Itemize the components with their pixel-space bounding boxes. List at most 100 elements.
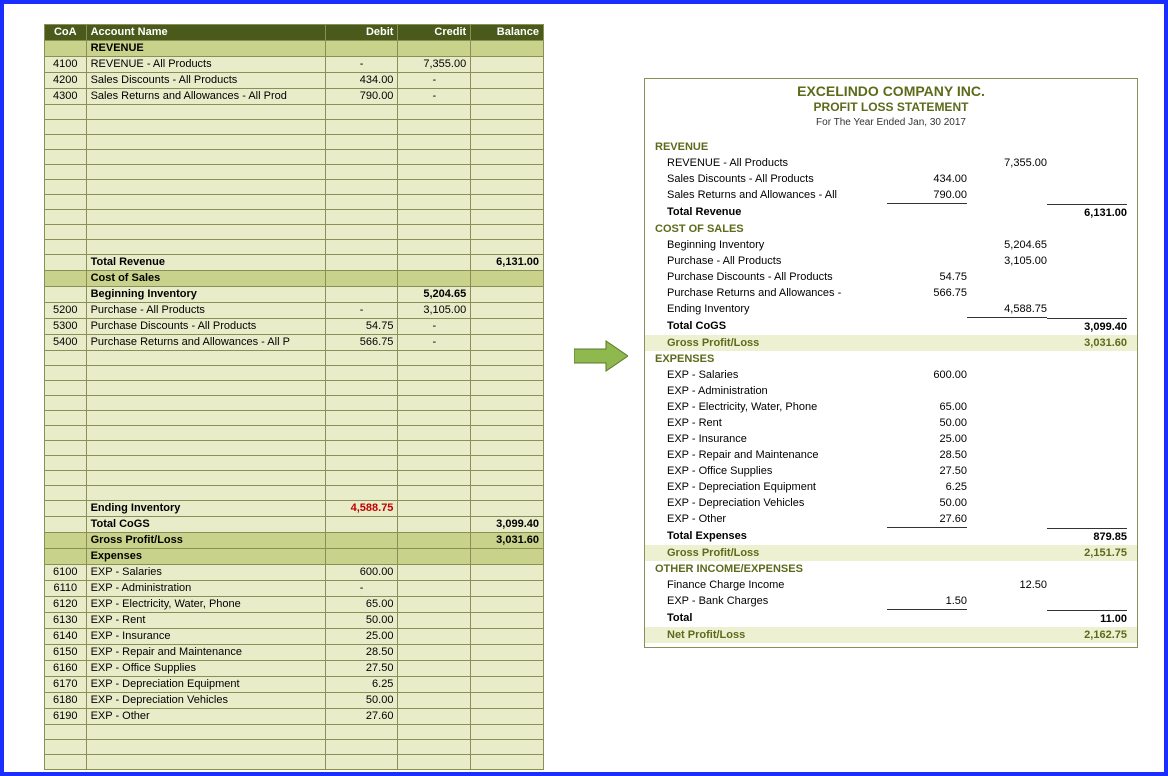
cell[interactable] [471, 225, 544, 240]
cell[interactable] [398, 471, 471, 486]
table-row[interactable]: 4100REVENUE - All Products-7,355.00 [45, 57, 544, 73]
total-revenue[interactable]: Total Revenue [86, 255, 325, 271]
cell[interactable] [398, 549, 471, 565]
cell[interactable] [86, 755, 325, 770]
cell[interactable] [471, 287, 544, 303]
cell[interactable] [86, 725, 325, 740]
table-row[interactable] [45, 180, 544, 195]
cell-coa[interactable]: 6190 [45, 709, 87, 725]
cell[interactable] [471, 645, 544, 661]
cell[interactable] [398, 180, 471, 195]
cell[interactable] [471, 677, 544, 693]
cell[interactable] [45, 456, 87, 471]
cell[interactable] [325, 456, 398, 471]
cell[interactable] [86, 240, 325, 255]
cell[interactable] [86, 381, 325, 396]
cell[interactable] [398, 597, 471, 613]
cell[interactable] [398, 486, 471, 501]
cell[interactable] [398, 629, 471, 645]
cell[interactable] [398, 255, 471, 271]
table-row[interactable] [45, 441, 544, 456]
table-row[interactable] [45, 486, 544, 501]
total-cogs[interactable]: Total CoGS [86, 517, 325, 533]
table-row[interactable] [45, 150, 544, 165]
section-expenses[interactable]: Expenses [86, 549, 325, 565]
cell[interactable] [45, 381, 87, 396]
cell[interactable] [398, 411, 471, 426]
cell[interactable] [471, 693, 544, 709]
cell[interactable] [45, 240, 87, 255]
cell[interactable] [45, 41, 87, 57]
cell[interactable] [471, 581, 544, 597]
cell-name[interactable]: EXP - Insurance [86, 629, 325, 645]
table-row[interactable] [45, 396, 544, 411]
cell[interactable] [471, 351, 544, 366]
cell[interactable] [471, 396, 544, 411]
cell[interactable] [45, 135, 87, 150]
gross-profit[interactable]: Gross Profit/Loss [86, 533, 325, 549]
table-row[interactable]: Ending Inventory4,588.75 [45, 501, 544, 517]
table-row[interactable]: 6100EXP - Salaries600.00 [45, 565, 544, 581]
cell[interactable] [471, 597, 544, 613]
cell[interactable] [398, 565, 471, 581]
cell[interactable] [398, 240, 471, 255]
table-row[interactable]: Beginning Inventory 5,204.65 [45, 287, 544, 303]
cell[interactable] [398, 381, 471, 396]
cell[interactable] [45, 165, 87, 180]
cell[interactable] [398, 740, 471, 755]
table-row[interactable]: 5300Purchase Discounts - All Products54.… [45, 319, 544, 335]
cell[interactable] [86, 396, 325, 411]
cell[interactable] [471, 501, 544, 517]
cell-coa[interactable]: 5300 [45, 319, 87, 335]
cell[interactable] [86, 351, 325, 366]
cell[interactable] [325, 381, 398, 396]
cell[interactable] [325, 210, 398, 225]
cell[interactable]: 5,204.65 [398, 287, 471, 303]
ledger-table[interactable]: CoA Account Name Debit Credit Balance RE… [44, 24, 544, 770]
table-row[interactable]: Total Revenue6,131.00 [45, 255, 544, 271]
cell[interactable] [398, 709, 471, 725]
table-row[interactable]: Cost of Sales [45, 271, 544, 287]
cell[interactable] [45, 255, 87, 271]
cell-name[interactable]: REVENUE - All Products [86, 57, 325, 73]
cell-debit[interactable]: 27.60 [325, 709, 398, 725]
cell-credit[interactable]: - [398, 319, 471, 335]
cell[interactable] [471, 240, 544, 255]
cell[interactable] [86, 366, 325, 381]
cell[interactable] [325, 41, 398, 57]
cell-credit[interactable]: 7,355.00 [398, 57, 471, 73]
cell[interactable] [86, 210, 325, 225]
cell[interactable] [471, 271, 544, 287]
cell[interactable] [471, 661, 544, 677]
cell-debit[interactable]: 50.00 [325, 613, 398, 629]
cell-debit[interactable]: 65.00 [325, 597, 398, 613]
cell[interactable] [45, 180, 87, 195]
cell[interactable] [471, 411, 544, 426]
cell[interactable] [471, 120, 544, 135]
cell-coa[interactable]: 6170 [45, 677, 87, 693]
cell[interactable] [325, 240, 398, 255]
cell[interactable] [471, 57, 544, 73]
cell-coa[interactable]: 6160 [45, 661, 87, 677]
cell[interactable] [45, 426, 87, 441]
cell[interactable] [471, 210, 544, 225]
cell-credit[interactable]: - [398, 335, 471, 351]
cell-coa[interactable]: 5400 [45, 335, 87, 351]
cell[interactable] [398, 426, 471, 441]
cell[interactable] [471, 319, 544, 335]
cell-debit[interactable]: 25.00 [325, 629, 398, 645]
cell[interactable] [45, 287, 87, 303]
cell[interactable] [325, 533, 398, 549]
cell[interactable] [325, 517, 398, 533]
cell[interactable] [398, 351, 471, 366]
cell[interactable] [398, 501, 471, 517]
cell[interactable] [86, 471, 325, 486]
beginning-inv[interactable]: Beginning Inventory [86, 287, 325, 303]
cell[interactable] [45, 471, 87, 486]
cell[interactable] [398, 456, 471, 471]
cell[interactable] [471, 426, 544, 441]
table-row[interactable]: 6140EXP - Insurance25.00 [45, 629, 544, 645]
table-row[interactable]: 6110EXP - Administration- [45, 581, 544, 597]
cell[interactable] [45, 486, 87, 501]
cell[interactable] [398, 150, 471, 165]
